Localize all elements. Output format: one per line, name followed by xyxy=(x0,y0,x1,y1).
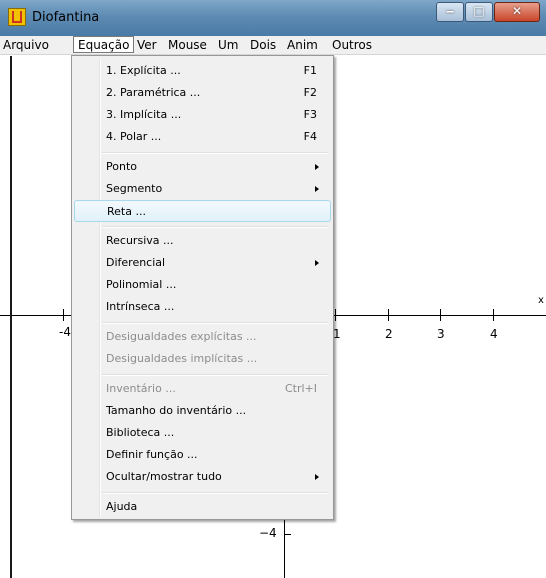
menu-item-label: Reta ... xyxy=(107,205,146,218)
menu-item-implicita[interactable]: 3. Implícita ... F3 xyxy=(74,104,331,126)
menu-outros[interactable]: Outros xyxy=(332,38,372,52)
title-bar[interactable]: Diofantina ‒ □ ✕ xyxy=(0,0,546,36)
menu-item-segmento[interactable]: Segmento xyxy=(74,178,331,200)
left-border xyxy=(10,56,12,578)
submenu-arrow-icon xyxy=(315,260,319,266)
menu-item-intrinseca[interactable]: Intrínseca ... xyxy=(74,296,331,318)
menu-item-diferencial[interactable]: Diferencial xyxy=(74,252,331,274)
menu-item-definir-funcao[interactable]: Definir função ... xyxy=(74,444,331,466)
y-tick-label: −4 xyxy=(259,526,277,540)
menu-item-label: Desigualdades implícitas ... xyxy=(106,352,258,365)
menu-item-parametrica[interactable]: 2. Paramétrica ... F2 xyxy=(74,82,331,104)
menu-item-tamanho-inventario[interactable]: Tamanho do inventário ... xyxy=(74,400,331,422)
menu-mouse[interactable]: Mouse xyxy=(168,38,207,52)
menu-item-label: Polinomial ... xyxy=(106,278,177,291)
menu-item-biblioteca[interactable]: Biblioteca ... xyxy=(74,422,331,444)
menu-item-ajuda[interactable]: Ajuda xyxy=(74,496,331,518)
menu-item-polar[interactable]: 4. Polar ... F4 xyxy=(74,126,331,148)
maximize-icon: □ xyxy=(473,4,485,18)
submenu-arrow-icon xyxy=(315,186,319,192)
x-tick-2 xyxy=(388,309,389,321)
menu-separator xyxy=(102,152,328,154)
menu-item-ponto[interactable]: Ponto xyxy=(74,156,331,178)
menu-item-label: 2. Paramétrica ... xyxy=(106,86,201,99)
menu-dois[interactable]: Dois xyxy=(250,38,276,52)
menu-item-label: Tamanho do inventário ... xyxy=(106,404,247,417)
menu-item-recursiva[interactable]: Recursiva ... xyxy=(74,230,331,252)
x-tick-1 xyxy=(335,309,336,321)
menu-item-label: Inventário ... xyxy=(106,382,176,395)
y-axis xyxy=(284,520,285,578)
x-tick-label-4: 4 xyxy=(490,327,498,341)
menu-item-desigualdades-implicitas: Desigualdades implícitas ... xyxy=(74,348,331,370)
app-icon xyxy=(8,8,26,26)
menu-item-explicita[interactable]: 1. Explícita ... F1 xyxy=(74,60,331,82)
menu-item-label: Segmento xyxy=(106,182,163,195)
menu-item-reta[interactable]: Reta ... xyxy=(74,200,331,222)
menu-item-label: Ponto xyxy=(106,160,137,173)
menu-item-ocultar-mostrar[interactable]: Ocultar/mostrar tudo xyxy=(74,466,331,488)
menu-separator xyxy=(102,322,328,324)
submenu-arrow-icon xyxy=(315,164,319,170)
x-tick-label-2: 2 xyxy=(385,327,393,341)
menu-item-polinomial[interactable]: Polinomial ... xyxy=(74,274,331,296)
minimize-button[interactable]: ‒ xyxy=(436,2,464,22)
x-tick-label-3: 3 xyxy=(437,327,445,341)
menu-item-label: Recursiva ... xyxy=(106,234,174,247)
submenu-arrow-icon xyxy=(315,474,319,480)
close-icon: ✕ xyxy=(511,4,523,18)
menu-um[interactable]: Um xyxy=(218,38,238,52)
menu-item-label: 1. Explícita ... xyxy=(106,64,181,77)
menu-item-label: 3. Implícita ... xyxy=(106,108,182,121)
menu-item-label: Intrínseca ... xyxy=(106,300,175,313)
menu-item-label: Ajuda xyxy=(106,500,138,513)
menu-item-shortcut: F3 xyxy=(303,108,317,121)
menu-item-label: Desigualdades explícitas ... xyxy=(106,330,257,343)
menu-item-inventario: Inventário ... Ctrl+I xyxy=(74,378,331,400)
x-tick-label-1: 1 xyxy=(333,327,341,341)
menu-item-label: Definir função ... xyxy=(106,448,198,461)
menu-item-label: Biblioteca ... xyxy=(106,426,175,439)
menu-item-shortcut: F2 xyxy=(303,86,317,99)
menu-item-shortcut: F4 xyxy=(303,130,317,143)
x-tick-4 xyxy=(493,309,494,321)
y-tick xyxy=(284,534,291,535)
menu-anim[interactable]: Anim xyxy=(287,38,318,52)
maximize-button[interactable]: □ xyxy=(465,2,493,22)
x-tick-3 xyxy=(440,309,441,321)
equacao-dropdown-menu: 1. Explícita ... F1 2. Paramétrica ... F… xyxy=(71,55,334,520)
menu-separator xyxy=(102,374,328,376)
window-controls: ‒ □ ✕ xyxy=(435,2,540,22)
x-tick-label-neg4: -4 xyxy=(59,325,71,339)
menu-item-shortcut: F1 xyxy=(303,64,317,77)
menu-bar: Arquivo Equação Ver Mouse Um Dois Anim O… xyxy=(0,36,546,55)
menu-item-label: Ocultar/mostrar tudo xyxy=(106,470,222,483)
x-axis-label: x xyxy=(538,295,544,306)
menu-equacao[interactable]: Equação xyxy=(73,36,135,53)
menu-item-label: 4. Polar ... xyxy=(106,130,162,143)
menu-item-shortcut: Ctrl+I xyxy=(284,382,317,395)
menu-separator xyxy=(102,492,328,494)
menu-separator xyxy=(102,226,328,228)
window-title: Diofantina xyxy=(32,10,100,25)
x-tick-neg4 xyxy=(63,309,64,321)
menu-ver[interactable]: Ver xyxy=(137,38,157,52)
menu-item-label: Diferencial xyxy=(106,256,166,269)
menu-item-desigualdades-explicitas: Desigualdades explícitas ... xyxy=(74,326,331,348)
close-button[interactable]: ✕ xyxy=(494,2,540,22)
minimize-icon: ‒ xyxy=(445,4,455,18)
menu-arquivo[interactable]: Arquivo xyxy=(3,38,49,52)
